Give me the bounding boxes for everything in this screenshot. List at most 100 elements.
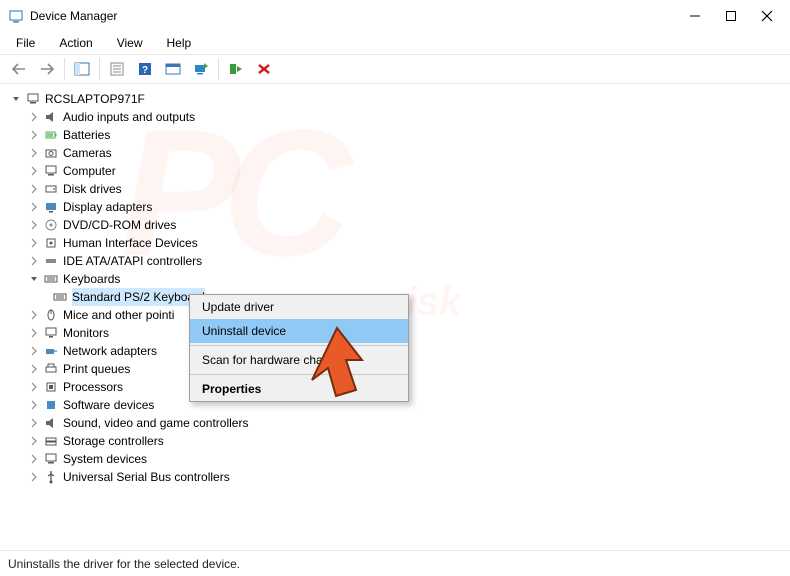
tree-node-label: Batteries [63,126,110,144]
menubar: File Action View Help [0,32,790,54]
tree-node[interactable]: Human Interface Devices [10,234,780,252]
tree-node-label: Storage controllers [63,432,164,450]
device-category-icon [43,235,59,251]
uninstall-button[interactable] [251,57,277,81]
scan-button[interactable] [188,57,214,81]
chevron-right-icon[interactable] [28,417,40,429]
tree-node-label: Universal Serial Bus controllers [63,468,230,486]
chevron-right-icon[interactable] [28,453,40,465]
titlebar: Device Manager [0,0,790,32]
tree-node-label: Audio inputs and outputs [63,108,195,126]
device-tree[interactable]: RCSLAPTOP971F Audio inputs and outputsBa… [0,84,790,538]
context-uninstall-device[interactable]: Uninstall device [190,319,408,343]
tree-node-label: IDE ATA/ATAPI controllers [63,252,202,270]
view-button[interactable] [160,57,186,81]
device-category-icon [43,379,59,395]
toolbar-separator [218,58,219,80]
show-hide-tree-button[interactable] [69,57,95,81]
device-category-icon [43,469,59,485]
device-category-icon [43,181,59,197]
tree-node[interactable]: IDE ATA/ATAPI controllers [10,252,780,270]
menu-action[interactable]: Action [49,34,102,52]
tree-node-label: Disk drives [63,180,122,198]
tree-node[interactable]: DVD/CD-ROM drives [10,216,780,234]
tree-node[interactable]: Sound, video and game controllers [10,414,780,432]
tree-node-label: Human Interface Devices [63,234,198,252]
context-scan-hardware[interactable]: Scan for hardware chan [190,348,408,372]
tree-node[interactable]: Cameras [10,144,780,162]
device-category-icon [43,397,59,413]
toolbar-separator [64,58,65,80]
tree-node-label: Keyboards [63,270,120,288]
chevron-right-icon[interactable] [28,111,40,123]
chevron-right-icon[interactable] [28,165,40,177]
chevron-right-icon[interactable] [28,309,40,321]
tree-node-label: Mice and other pointi [63,306,174,324]
chevron-down-icon[interactable] [10,93,22,105]
chevron-right-icon[interactable] [28,201,40,213]
close-button[interactable] [758,7,776,25]
tree-node-label: System devices [63,450,147,468]
enable-button[interactable] [223,57,249,81]
svg-text:?: ? [142,65,148,76]
chevron-right-icon[interactable] [28,147,40,159]
chevron-right-icon[interactable] [28,471,40,483]
chevron-right-icon[interactable] [28,363,40,375]
help-button[interactable]: ? [132,57,158,81]
chevron-right-icon[interactable] [28,219,40,231]
tree-node[interactable]: System devices [10,450,780,468]
menu-help[interactable]: Help [157,34,202,52]
toolbar: ? [0,54,790,84]
context-menu: Update driver Uninstall device Scan for … [189,294,409,402]
device-category-icon [43,109,59,125]
tree-node[interactable]: Display adapters [10,198,780,216]
chevron-right-icon[interactable] [28,183,40,195]
tree-node-label: Display adapters [63,198,152,216]
keyboard-icon [52,289,68,305]
chevron-right-icon[interactable] [28,129,40,141]
tree-root-label: RCSLAPTOP971F [45,90,145,108]
context-properties[interactable]: Properties [190,377,408,401]
tree-node-label: Software devices [63,396,154,414]
tree-node[interactable]: Disk drives [10,180,780,198]
device-category-icon [43,217,59,233]
device-category-icon [43,343,59,359]
chevron-right-icon[interactable] [28,327,40,339]
tree-node-label: Processors [63,378,123,396]
device-category-icon [43,415,59,431]
tree-node-label: Cameras [63,144,112,162]
context-update-driver[interactable]: Update driver [190,295,408,319]
computer-icon [25,91,41,107]
tree-leaf-label: Standard PS/2 Keyboard [72,288,205,306]
minimize-button[interactable] [686,7,704,25]
tree-node[interactable]: Audio inputs and outputs [10,108,780,126]
tree-root[interactable]: RCSLAPTOP971F [10,90,780,108]
chevron-right-icon[interactable] [28,381,40,393]
context-separator [190,345,408,346]
context-separator [190,374,408,375]
chevron-right-icon[interactable] [28,435,40,447]
device-category-icon [43,325,59,341]
chevron-right-icon[interactable] [28,399,40,411]
toolbar-separator [99,58,100,80]
menu-file[interactable]: File [6,34,45,52]
tree-node[interactable]: Batteries [10,126,780,144]
chevron-right-icon[interactable] [28,345,40,357]
maximize-button[interactable] [722,7,740,25]
device-category-icon [43,199,59,215]
tree-node[interactable]: Computer [10,162,780,180]
tree-node[interactable]: Storage controllers [10,432,780,450]
tree-node-label: Sound, video and game controllers [63,414,248,432]
tree-node[interactable]: Keyboards [10,270,780,288]
device-category-icon [43,433,59,449]
menu-view[interactable]: View [107,34,153,52]
forward-button[interactable] [34,57,60,81]
app-icon [8,8,24,24]
chevron-down-icon[interactable] [28,273,40,285]
device-category-icon [43,361,59,377]
back-button[interactable] [6,57,32,81]
properties-button[interactable] [104,57,130,81]
chevron-right-icon[interactable] [28,255,40,267]
tree-node[interactable]: Universal Serial Bus controllers [10,468,780,486]
chevron-right-icon[interactable] [28,237,40,249]
